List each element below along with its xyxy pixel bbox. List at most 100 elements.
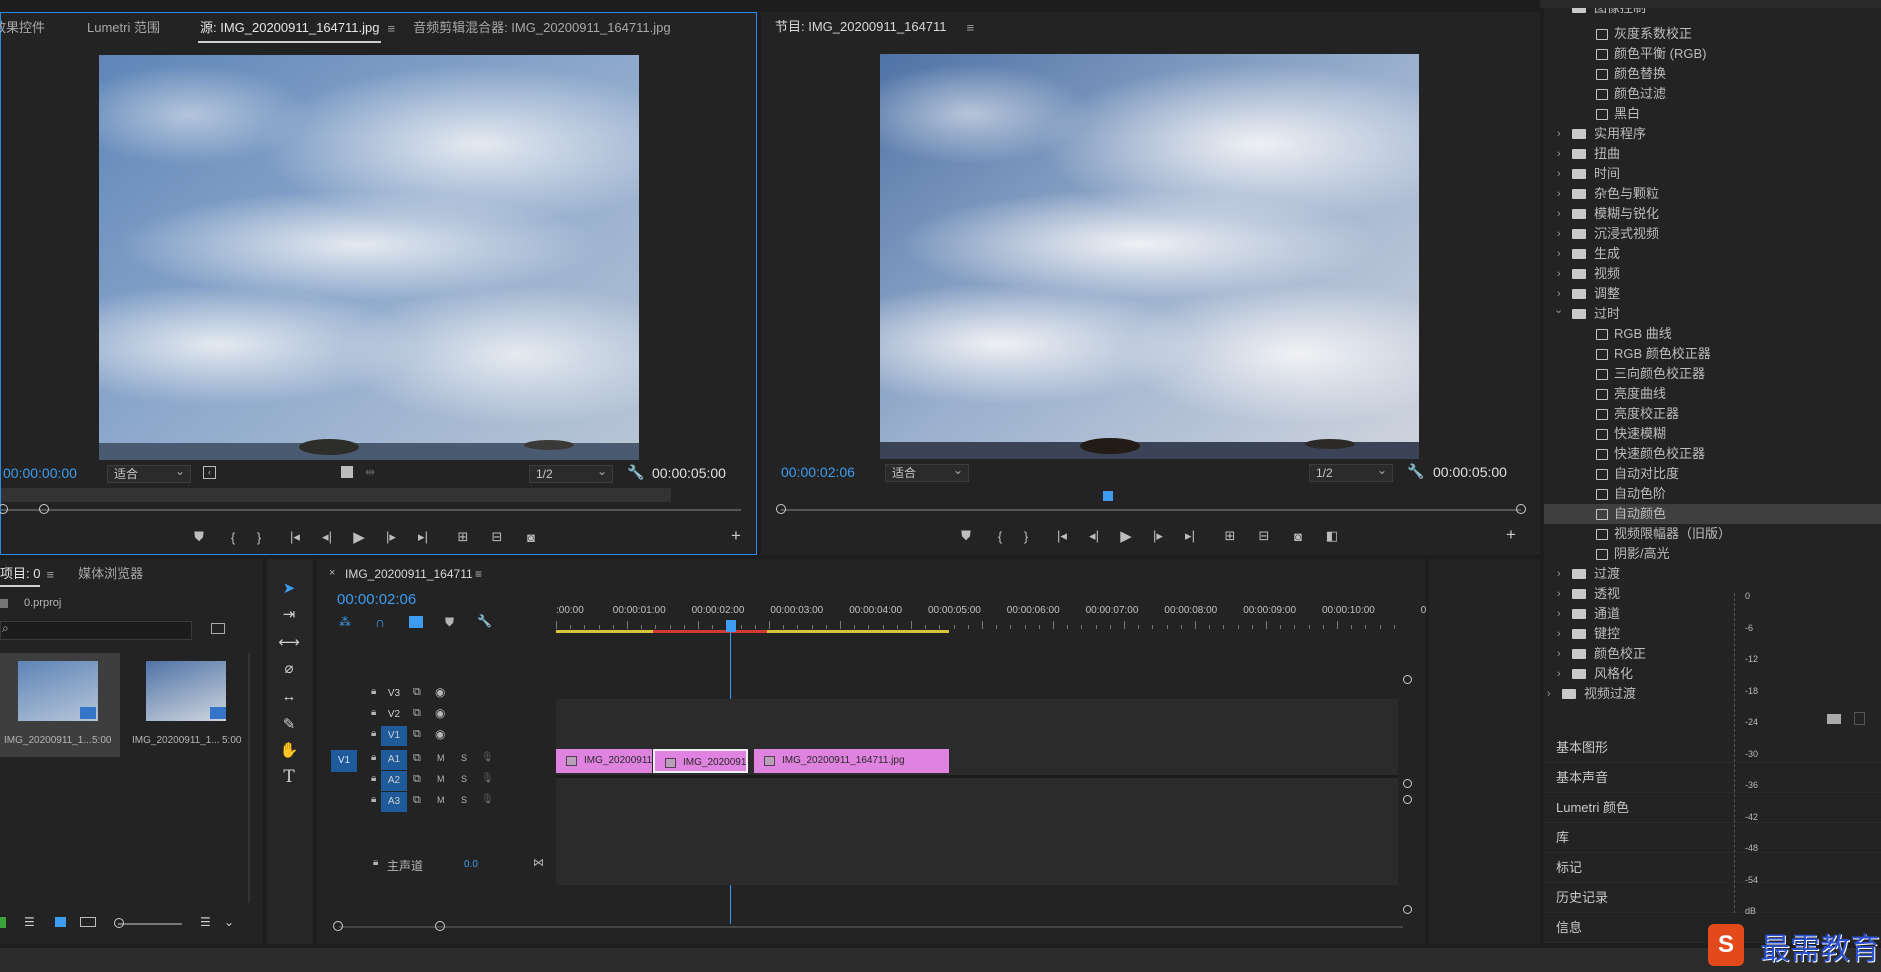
go-to-end-icon[interactable]: ⋈ [533, 856, 544, 869]
panel-section[interactable]: 基本声音 [1544, 763, 1881, 793]
mark-out-icon[interactable]: } [246, 526, 272, 548]
lift-icon[interactable]: ⊞ [1217, 525, 1243, 547]
effects-tree-item[interactable]: › 模糊与锐化 [1544, 204, 1881, 224]
vertical-scroll-handle[interactable] [1403, 779, 1412, 788]
tab-lumetri-scopes[interactable]: Lumetri 范围 [59, 13, 174, 43]
panel-section[interactable]: 库 [1544, 823, 1881, 853]
marker-icon[interactable] [341, 466, 353, 478]
sync-lock-icon[interactable]: ⧉ [413, 707, 421, 720]
snap-icon[interactable]: ∩ [375, 614, 385, 630]
effects-tree-item[interactable]: › 颜色校正 [1544, 644, 1881, 664]
effects-tree-item[interactable]: › 通道 [1544, 604, 1881, 624]
type-tool-icon[interactable]: T [276, 765, 302, 789]
project-search-input[interactable] [0, 621, 192, 640]
zoom-handle-right[interactable] [39, 504, 49, 514]
eye-icon[interactable]: ◉ [435, 685, 445, 699]
menu-icon[interactable]: ≡ [475, 567, 482, 581]
wrench-icon[interactable]: 🔧 [1407, 463, 1424, 480]
menu-icon[interactable]: ≡ [967, 20, 975, 35]
mark-in-icon[interactable]: { [220, 526, 246, 548]
linked-selection-icon[interactable] [409, 616, 423, 628]
lock-icon[interactable]: 🔒︎ [371, 794, 376, 805]
lock-icon[interactable]: 🔒︎ [371, 773, 376, 784]
chevron-right-icon[interactable]: › [1557, 184, 1561, 204]
add-button-icon[interactable]: + [1506, 525, 1516, 545]
wrench-icon[interactable]: 🔧 [477, 614, 492, 628]
track-target[interactable]: V1 [381, 726, 407, 746]
vertical-scroll-handle[interactable] [1403, 795, 1412, 804]
sync-lock-icon[interactable]: ⧉ [413, 728, 421, 741]
sync-lock-icon[interactable]: ⧉ [413, 794, 421, 807]
zoom-handle-left[interactable] [776, 504, 786, 514]
effects-tree-item[interactable]: 亮度校正器 [1544, 404, 1881, 424]
export-frame-icon[interactable]: ◙ [1285, 525, 1311, 547]
effects-tree-item[interactable]: › 调整 [1544, 284, 1881, 304]
step-forward-icon[interactable]: |▸ [378, 526, 404, 548]
track-target[interactable]: A2 [381, 771, 407, 791]
lock-icon[interactable]: 🔒︎ [371, 728, 376, 739]
effects-tree-item[interactable]: › 实用程序 [1544, 124, 1881, 144]
chevron-right-icon[interactable]: › [1557, 564, 1561, 584]
effects-tree-item[interactable]: 颜色平衡 (RGB) [1544, 44, 1881, 64]
program-timecode[interactable]: 00:00:02:06 [781, 464, 855, 480]
go-to-in-icon[interactable]: |◂ [1049, 525, 1075, 547]
go-to-in-icon[interactable]: |◂ [282, 526, 308, 548]
effects-tree-item[interactable]: › 透视 [1544, 584, 1881, 604]
icon-view-icon[interactable] [55, 917, 66, 927]
ripple-edit-tool-icon[interactable]: ⟷ [276, 630, 302, 654]
effects-tree-item[interactable]: 快速模糊 [1544, 424, 1881, 444]
effects-tree-item[interactable]: 三向颜色校正器 [1544, 364, 1881, 384]
microphone-icon[interactable]: 🎙︎ [481, 752, 494, 763]
eye-icon[interactable]: ◉ [435, 706, 445, 720]
zoom-slider[interactable] [118, 923, 182, 925]
effects-tree-item[interactable]: › 过渡 [1544, 564, 1881, 584]
new-search-bin-icon[interactable] [211, 623, 225, 634]
program-resolution-dropdown[interactable]: 1/2 [1309, 462, 1393, 482]
lock-icon[interactable] [0, 917, 6, 928]
vertical-scroll-handle[interactable] [1403, 675, 1412, 684]
add-button-icon[interactable]: + [731, 526, 741, 546]
time-ruler[interactable]: :00:00 00:00:01:00 00:00:02:00 00:00:03:00 0… [556, 599, 1426, 629]
effects-tree-item[interactable]: 亮度曲线 [1544, 384, 1881, 404]
mark-in-icon[interactable]: { [987, 525, 1013, 547]
chevron-down-icon[interactable]: ⌄ [1554, 300, 1563, 320]
sequence-tab[interactable]: IMG_20200911_164711 [345, 567, 473, 581]
effects-tree-item[interactable]: › 时间 [1544, 164, 1881, 184]
zoom-handle-right[interactable] [1516, 504, 1526, 514]
chevron-right-icon[interactable]: › [1557, 164, 1561, 184]
zoom-slider-handle[interactable] [114, 918, 124, 928]
extract-icon[interactable]: ⊟ [1251, 525, 1277, 547]
tab-source[interactable]: 源: IMG_20200911_164711.jpg [197, 13, 382, 43]
effects-tree-item[interactable]: ⌄ 过时 [1544, 304, 1881, 324]
effects-tree-item[interactable]: 灰度系数校正 [1544, 24, 1881, 44]
track-divider[interactable] [556, 775, 1398, 778]
clip[interactable]: IMG_20200911_164711.jpg [754, 749, 949, 773]
tab-audio-clip-mixer[interactable]: 音频剪辑混合器: IMG_20200911_164711.jpg [395, 13, 685, 43]
source-patch-v1[interactable]: V1 [331, 750, 357, 772]
pen-tool-icon[interactable]: ✎ [276, 712, 302, 736]
effects-tree-item[interactable]: 自动对比度 [1544, 464, 1881, 484]
tab-program[interactable]: 节目: IMG_20200911_164711 [761, 12, 961, 42]
razor-tool-icon[interactable]: ⌀ [276, 656, 302, 680]
new-bin-icon[interactable] [1827, 714, 1841, 724]
track-header[interactable]: 🔒︎ A3 ⧉ M S 🎙︎ [357, 791, 537, 813]
effects-tree-item[interactable]: 自动色阶 [1544, 484, 1881, 504]
effects-tree-item[interactable]: › 视频 [1544, 264, 1881, 284]
insert-clip-icon[interactable]: ⊞ [450, 526, 476, 548]
chevron-right-icon[interactable]: › [1557, 124, 1561, 144]
track-target[interactable]: A1 [381, 750, 407, 770]
go-to-out-icon[interactable]: ▸| [410, 526, 436, 548]
menu-icon[interactable]: ≡ [46, 567, 54, 582]
program-scrub-bar[interactable] [781, 509, 1521, 511]
effects-tree-item[interactable]: 颜色替换 [1544, 64, 1881, 84]
microphone-icon[interactable]: 🎙︎ [481, 773, 494, 784]
h-scroll-handle-left[interactable] [333, 921, 343, 931]
insert-icon[interactable]: ⇹ [365, 465, 375, 479]
mute-button[interactable]: M [437, 795, 445, 805]
clip[interactable]: IMG_20200911 [556, 749, 652, 773]
effects-tree-item[interactable]: › 视频过渡 [1544, 684, 1881, 704]
effects-tree-item[interactable]: 阴影/高光 [1544, 544, 1881, 564]
source-zoom-bar[interactable] [1, 509, 741, 511]
source-resolution-dropdown[interactable]: 1/2 [529, 463, 613, 483]
track-header[interactable]: 🔒︎ V1 ⧉ ◉ [357, 725, 537, 747]
